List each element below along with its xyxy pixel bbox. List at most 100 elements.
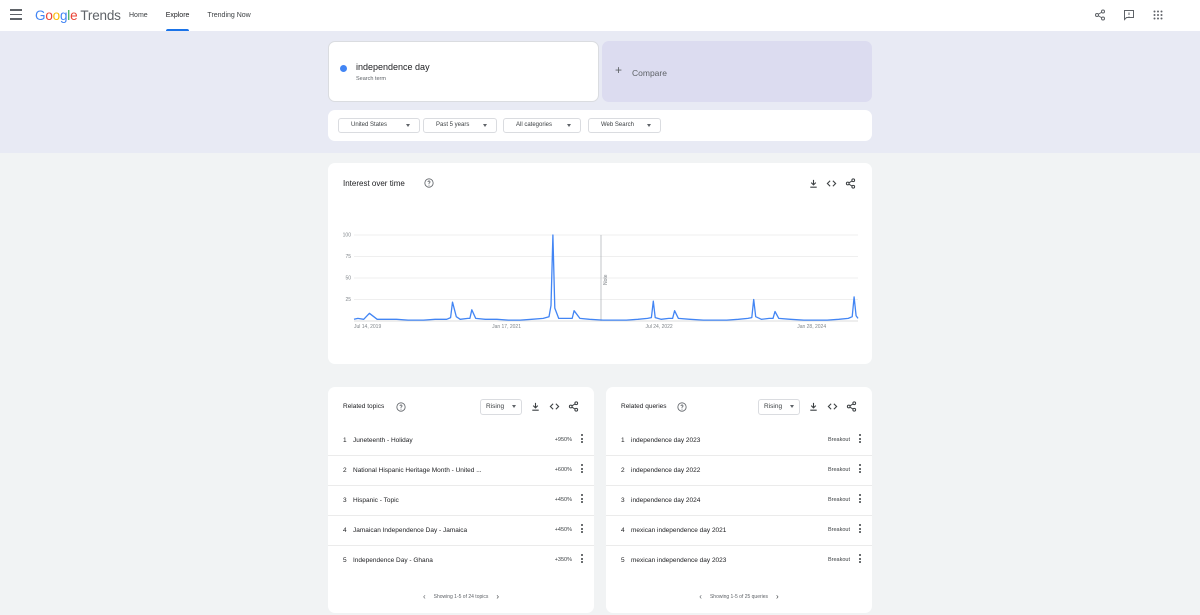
more-vert-icon[interactable] bbox=[581, 434, 584, 446]
prev-page-icon[interactable]: ‹ bbox=[423, 592, 426, 601]
rise-value: +450% bbox=[554, 497, 572, 503]
search-term-type: Search term bbox=[356, 76, 386, 82]
y-tick-label: 75 bbox=[345, 254, 351, 260]
search-property-label: Web Search bbox=[601, 122, 634, 128]
x-tick-label: Jul 24, 2022 bbox=[645, 324, 672, 330]
search-term-card[interactable]: independence day Search term bbox=[328, 41, 599, 102]
related-queries-title: Related queries bbox=[621, 403, 667, 410]
query-link[interactable]: mexican independence day 2023 bbox=[631, 557, 726, 564]
query-link[interactable]: independence day 2024 bbox=[631, 497, 700, 504]
more-vert-icon[interactable] bbox=[581, 554, 584, 566]
topic-link[interactable]: Juneteenth - Holiday bbox=[353, 437, 413, 444]
embed-icon[interactable] bbox=[549, 401, 560, 412]
caret-down-icon bbox=[567, 124, 571, 127]
download-icon[interactable] bbox=[808, 401, 819, 412]
topic-link[interactable]: National Hispanic Heritage Month - Unite… bbox=[353, 467, 482, 474]
related-topics-card: Related topics Rising 1 Juneteenth - Hol… bbox=[328, 387, 594, 613]
rank-number: 4 bbox=[621, 527, 625, 534]
share-icon[interactable] bbox=[846, 401, 857, 412]
caret-down-icon bbox=[790, 405, 794, 408]
search-term[interactable]: independence day bbox=[356, 62, 430, 72]
rank-number: 3 bbox=[343, 497, 347, 504]
topic-link[interactable]: Independence Day - Ghana bbox=[353, 557, 433, 564]
query-link[interactable]: independence day 2022 bbox=[631, 467, 700, 474]
related-topics-mode-select[interactable]: Rising bbox=[480, 399, 522, 415]
interest-line-chart: 100 75 50 25 Note Jul 14, 2019 Jan 17, 2021 J… bbox=[343, 233, 859, 330]
more-vert-icon[interactable] bbox=[859, 494, 862, 506]
next-page-icon[interactable]: › bbox=[776, 592, 779, 601]
help-icon[interactable] bbox=[677, 402, 687, 412]
queries-pagination: ‹ Showing 1-5 of 25 queries › bbox=[606, 592, 872, 601]
embed-icon[interactable] bbox=[827, 401, 838, 412]
search-property-filter[interactable]: Web Search bbox=[588, 118, 661, 133]
caret-down-icon bbox=[512, 405, 516, 408]
more-vert-icon[interactable] bbox=[859, 434, 862, 446]
more-vert-icon[interactable] bbox=[859, 524, 862, 536]
download-icon[interactable] bbox=[530, 401, 541, 412]
list-item[interactable]: 5 Independence Day - Ghana +350% bbox=[328, 546, 594, 576]
feedback-icon[interactable] bbox=[1123, 9, 1135, 21]
time-period-label: Past 5 years bbox=[436, 122, 470, 128]
compare-label: Compare bbox=[632, 68, 667, 78]
plus-icon: + bbox=[615, 63, 623, 77]
pagination-label: Showing 1-5 of 25 queries bbox=[709, 593, 769, 600]
list-item[interactable]: 2 independence day 2022 Breakout bbox=[606, 456, 872, 486]
topic-link[interactable]: Hispanic - Topic bbox=[353, 497, 399, 504]
list-item[interactable]: 3 independence day 2024 Breakout bbox=[606, 486, 872, 516]
related-topics-title: Related topics bbox=[343, 403, 385, 410]
y-tick-label: 50 bbox=[345, 276, 351, 282]
apps-grid-icon[interactable] bbox=[1152, 9, 1164, 21]
mode-label: Rising bbox=[486, 403, 505, 410]
y-tick-label: 25 bbox=[345, 297, 351, 303]
list-item[interactable]: 5 mexican independence day 2023 Breakout bbox=[606, 546, 872, 576]
note-marker-label[interactable]: Note bbox=[603, 274, 609, 285]
share-icon[interactable] bbox=[1094, 9, 1106, 21]
interest-over-time-card: Interest over time 100 75 50 25 Note Jul 14… bbox=[328, 163, 872, 364]
y-tick-label: 100 bbox=[343, 233, 352, 239]
breakout-value: Breakout bbox=[827, 497, 850, 503]
google-trends-logo[interactable]: Google Trends bbox=[35, 8, 121, 23]
menu-icon[interactable] bbox=[10, 9, 22, 21]
prev-page-icon[interactable]: ‹ bbox=[699, 592, 702, 601]
list-item[interactable]: 3 Hispanic - Topic +450% bbox=[328, 486, 594, 516]
rank-number: 5 bbox=[621, 557, 625, 564]
rise-value: +950% bbox=[554, 437, 572, 443]
pagination-label: Showing 1-5 of 24 topics bbox=[433, 593, 489, 600]
related-queries-card: Related queries Rising 1 independence da… bbox=[606, 387, 872, 613]
rank-number: 4 bbox=[343, 527, 347, 534]
rank-number: 3 bbox=[621, 497, 625, 504]
list-item[interactable]: 4 mexican independence day 2021 Breakout bbox=[606, 516, 872, 546]
share-icon[interactable] bbox=[568, 401, 579, 412]
nav-home[interactable]: Home bbox=[120, 0, 157, 31]
more-vert-icon[interactable] bbox=[581, 464, 584, 476]
more-vert-icon[interactable] bbox=[581, 494, 584, 506]
related-queries-mode-select[interactable]: Rising bbox=[758, 399, 800, 415]
next-page-icon[interactable]: › bbox=[496, 592, 499, 601]
filter-bar: United States Past 5 years All categorie… bbox=[328, 110, 872, 141]
more-vert-icon[interactable] bbox=[859, 464, 862, 476]
more-vert-icon[interactable] bbox=[859, 554, 862, 566]
category-filter[interactable]: All categories bbox=[503, 118, 581, 133]
topic-link[interactable]: Jamaican Independence Day - Jamaica bbox=[353, 527, 467, 534]
breakout-value: Breakout bbox=[827, 437, 850, 443]
time-period-filter[interactable]: Past 5 years bbox=[423, 118, 497, 133]
help-icon[interactable] bbox=[396, 402, 406, 412]
query-link[interactable]: mexican independence day 2021 bbox=[631, 527, 726, 534]
list-item[interactable]: 2 National Hispanic Heritage Month - Uni… bbox=[328, 456, 594, 486]
nav-trending-now[interactable]: Trending Now bbox=[198, 0, 259, 31]
breakout-value: Breakout bbox=[827, 467, 850, 473]
nav-explore[interactable]: Explore bbox=[157, 0, 199, 31]
rank-number: 2 bbox=[343, 467, 347, 474]
more-vert-icon[interactable] bbox=[581, 524, 584, 536]
x-tick-label: Jan 28, 2024 bbox=[797, 324, 826, 330]
rise-value: +600% bbox=[554, 467, 572, 473]
region-filter[interactable]: United States bbox=[338, 118, 420, 133]
query-link[interactable]: independence day 2023 bbox=[631, 437, 700, 444]
list-item[interactable]: 1 Juneteenth - Holiday +950% bbox=[328, 426, 594, 456]
rank-number: 2 bbox=[621, 467, 625, 474]
mode-label: Rising bbox=[764, 403, 783, 410]
x-tick-label: Jan 17, 2021 bbox=[492, 324, 521, 330]
compare-button[interactable]: + Compare bbox=[602, 41, 872, 102]
list-item[interactable]: 4 Jamaican Independence Day - Jamaica +4… bbox=[328, 516, 594, 546]
list-item[interactable]: 1 independence day 2023 Breakout bbox=[606, 426, 872, 456]
